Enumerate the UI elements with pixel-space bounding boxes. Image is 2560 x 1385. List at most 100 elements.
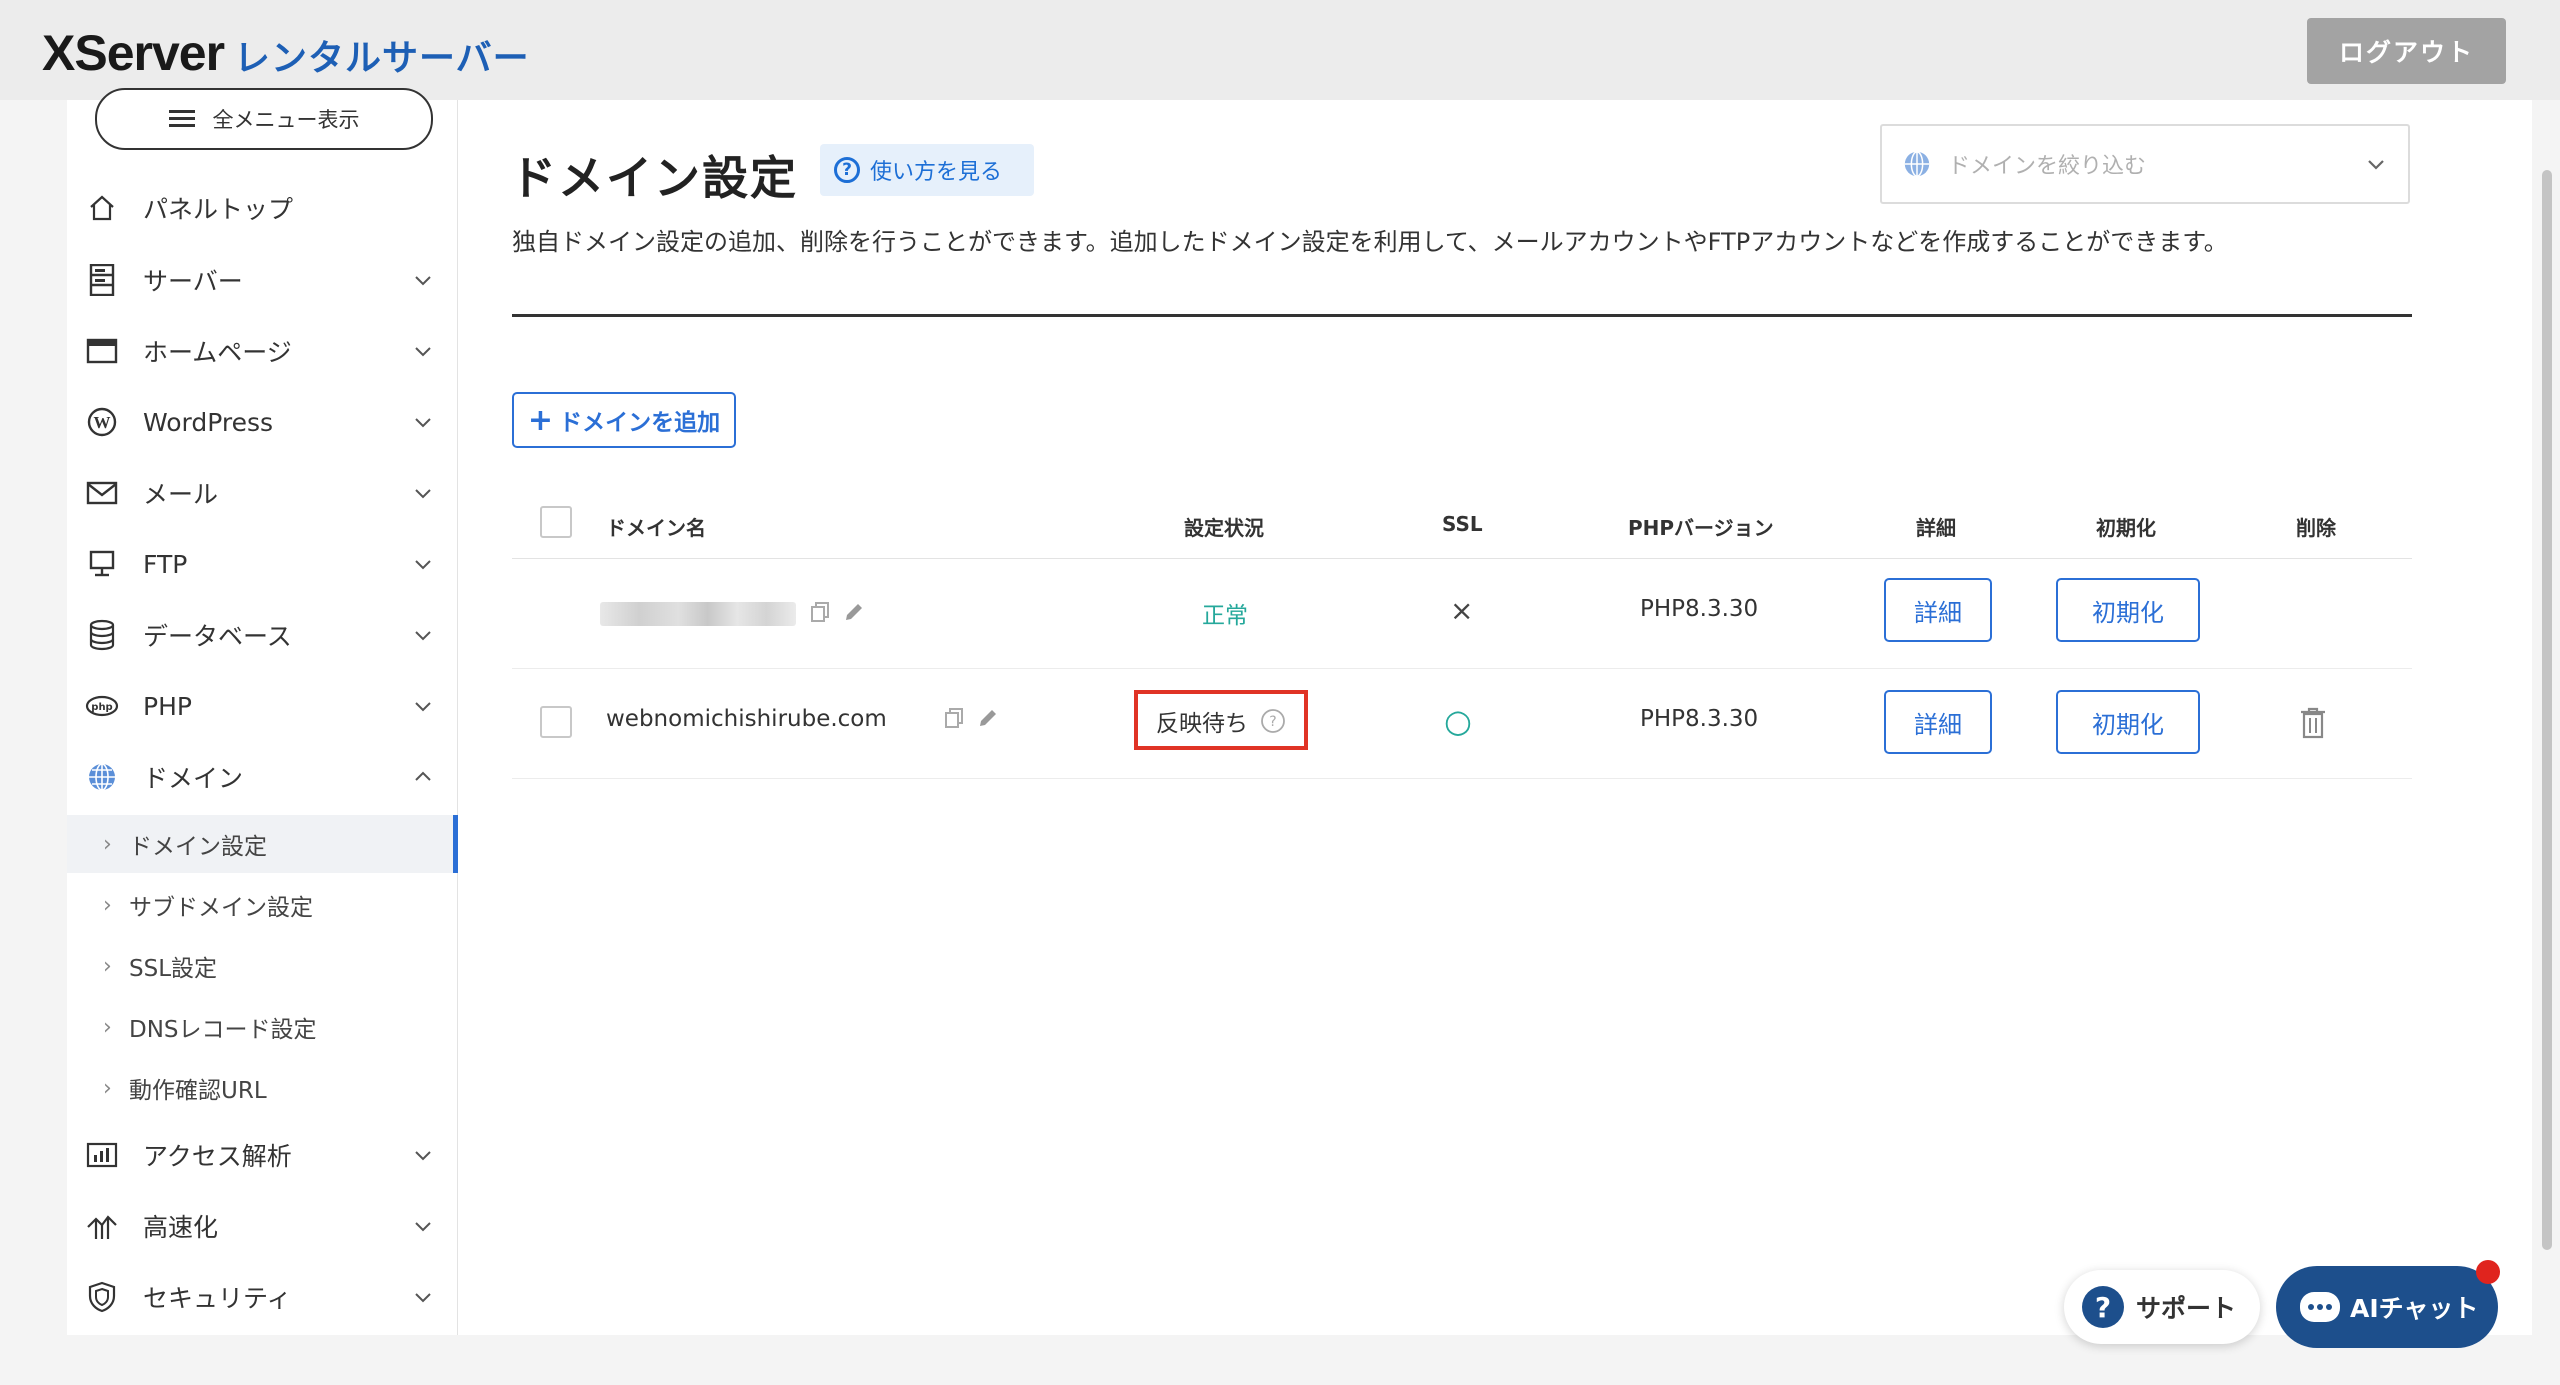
blurred-domain-name: [600, 602, 796, 626]
column-header-php: PHPバージョン: [1628, 516, 1774, 540]
sidebar-item-label: サーバー: [143, 267, 243, 296]
sidebar-item-domain[interactable]: ドメイン: [67, 747, 457, 807]
sidebar-item-label: ドメイン: [143, 764, 244, 793]
detail-button[interactable]: 詳細: [1884, 690, 1992, 754]
sidebar-subitem-test-url[interactable]: › 動作確認URL: [67, 1059, 457, 1117]
all-menu-button[interactable]: 全メニュー表示: [95, 88, 433, 150]
chevron-up-icon: [415, 771, 431, 781]
php-version: PHP8.3.30: [1640, 596, 1759, 622]
xserver-logo[interactable]: XServer レンタルサーバー: [42, 24, 530, 82]
ftp-monitor-icon: [85, 547, 119, 581]
logout-button[interactable]: ログアウト: [2307, 18, 2506, 84]
all-menu-label: 全メニュー表示: [212, 108, 360, 132]
chat-bubble-icon: [2300, 1292, 2340, 1322]
svg-text:W: W: [94, 413, 111, 432]
sidebar-item-access-analysis[interactable]: アクセス解析: [67, 1125, 457, 1185]
sidebar-item-label: 高速化: [143, 1213, 219, 1242]
sidebar-item-ftp[interactable]: FTP: [67, 534, 457, 594]
hamburger-icon: [168, 110, 195, 128]
top-header: XServer レンタルサーバー ログアウト: [0, 0, 2560, 100]
sidebar-item-label: PHP: [143, 691, 192, 721]
column-header-domain: ドメイン名: [606, 516, 706, 540]
edit-pencil-icon[interactable]: [976, 706, 1000, 730]
help-circle-icon: ?: [834, 157, 860, 183]
chevron-down-icon: [2368, 160, 2384, 170]
sidebar-item-label: パネルトップ: [143, 195, 294, 224]
table-row: webnomichishirube.com 反映待ち ? ○ PHP8.3.30…: [512, 668, 2412, 779]
reset-button[interactable]: 初期化: [2056, 690, 2200, 754]
logo-sub-text: レンタルサーバー: [234, 38, 530, 79]
sidebar-subitem-domain-settings[interactable]: › ドメイン設定: [67, 815, 459, 873]
chevron-down-icon: [415, 702, 431, 712]
support-label: サポート: [2136, 1294, 2237, 1323]
ssl-off-icon: ×: [1450, 594, 1474, 627]
domain-name: webnomichishirube.com: [606, 706, 887, 732]
sidebar-item-wordpress[interactable]: W WordPress: [67, 392, 457, 452]
svg-text:php: php: [91, 702, 112, 713]
chevron-down-icon: [415, 631, 431, 641]
chevron-down-icon: [415, 1222, 431, 1232]
divider: [512, 314, 2412, 317]
reset-button[interactable]: 初期化: [2056, 578, 2200, 642]
detail-button[interactable]: 詳細: [1884, 578, 1992, 642]
scrollbar-thumb[interactable]: [2542, 170, 2552, 1250]
sidebar-subitem-subdomain-settings[interactable]: › サブドメイン設定: [67, 876, 457, 934]
mail-icon: [85, 476, 119, 510]
chevron-right-icon: ›: [103, 1014, 112, 1040]
sidebar-subitem-label: ドメイン設定: [129, 834, 267, 860]
sidebar-item-security[interactable]: セキュリティ: [67, 1267, 457, 1327]
sidebar-item-label: WordPress: [143, 407, 274, 437]
bar-chart-icon: [85, 1138, 119, 1172]
sidebar-item-mail[interactable]: メール: [67, 463, 457, 523]
add-domain-button[interactable]: + ドメインを追加: [512, 392, 736, 448]
ai-chat-button[interactable]: AIチャット: [2276, 1266, 2498, 1348]
sidebar-item-label: セキュリティ: [143, 1284, 292, 1313]
domain-filter-placeholder: ドメインを絞り込む: [1948, 154, 2147, 179]
column-header-status: 設定状況: [1184, 516, 1264, 540]
sidebar-item-speedup[interactable]: 高速化: [67, 1196, 457, 1256]
row-checkbox[interactable]: [540, 706, 572, 738]
sidebar-item-homepage[interactable]: ホームページ: [67, 321, 457, 381]
sidebar-subitem-label: SSL設定: [129, 956, 218, 982]
status-text: 正常: [1202, 603, 1248, 629]
sidebar-item-php[interactable]: php PHP: [67, 676, 457, 736]
page-description: 独自ドメイン設定の追加、削除を行うことができます。追加したドメイン設定を利用して…: [512, 228, 2228, 256]
sidebar-item-panel-top[interactable]: パネルトップ: [67, 178, 457, 238]
page-title: ドメイン設定: [510, 151, 798, 205]
copy-icon[interactable]: [808, 600, 832, 624]
chevron-down-icon: [415, 347, 431, 357]
chevron-down-icon: [415, 1151, 431, 1161]
browser-window-icon: [85, 334, 119, 368]
sidebar-subitem-ssl-settings[interactable]: › SSL設定: [67, 937, 457, 995]
table-row: 正常 × PHP8.3.30 詳細 初期化: [512, 558, 2412, 669]
sidebar-item-label: ホームページ: [143, 338, 292, 367]
sidebar-item-server[interactable]: サーバー: [67, 250, 457, 310]
column-header-delete: 削除: [2296, 516, 2336, 540]
select-all-checkbox[interactable]: [540, 506, 572, 538]
howto-label: 使い方を見る: [870, 160, 1003, 185]
copy-icon[interactable]: [942, 706, 966, 730]
ai-chat-label: AIチャット: [2350, 1294, 2479, 1323]
help-circle-icon: ?: [2082, 1286, 2124, 1328]
sidebar-item-label: データベース: [143, 622, 292, 651]
notification-badge: [2476, 1260, 2500, 1284]
sidebar-item-database[interactable]: データベース: [67, 605, 457, 665]
edit-pencil-icon[interactable]: [842, 600, 866, 624]
plus-icon: +: [527, 402, 554, 438]
column-header-ssl: SSL: [1442, 512, 1483, 536]
sidebar-subitem-dns-settings[interactable]: › DNSレコード設定: [67, 998, 457, 1056]
domain-filter-select[interactable]: ドメインを絞り込む: [1880, 124, 2410, 204]
status-text: 反映待ち: [1156, 711, 1248, 737]
chevron-down-icon: [415, 560, 431, 570]
svg-text:?: ?: [1269, 714, 1276, 730]
chevron-down-icon: [415, 276, 431, 286]
sidebar-item-label: メール: [143, 480, 219, 509]
sidebar-subitem-label: DNSレコード設定: [129, 1017, 317, 1043]
php-version: PHP8.3.30: [1640, 706, 1759, 732]
column-header-detail: 詳細: [1916, 516, 1956, 540]
database-icon: [85, 618, 119, 652]
help-circle-icon[interactable]: ?: [1260, 708, 1286, 734]
support-button[interactable]: ? サポート: [2064, 1270, 2260, 1344]
trash-icon[interactable]: [2298, 706, 2328, 740]
howto-link[interactable]: ? 使い方を見る: [820, 144, 1034, 196]
